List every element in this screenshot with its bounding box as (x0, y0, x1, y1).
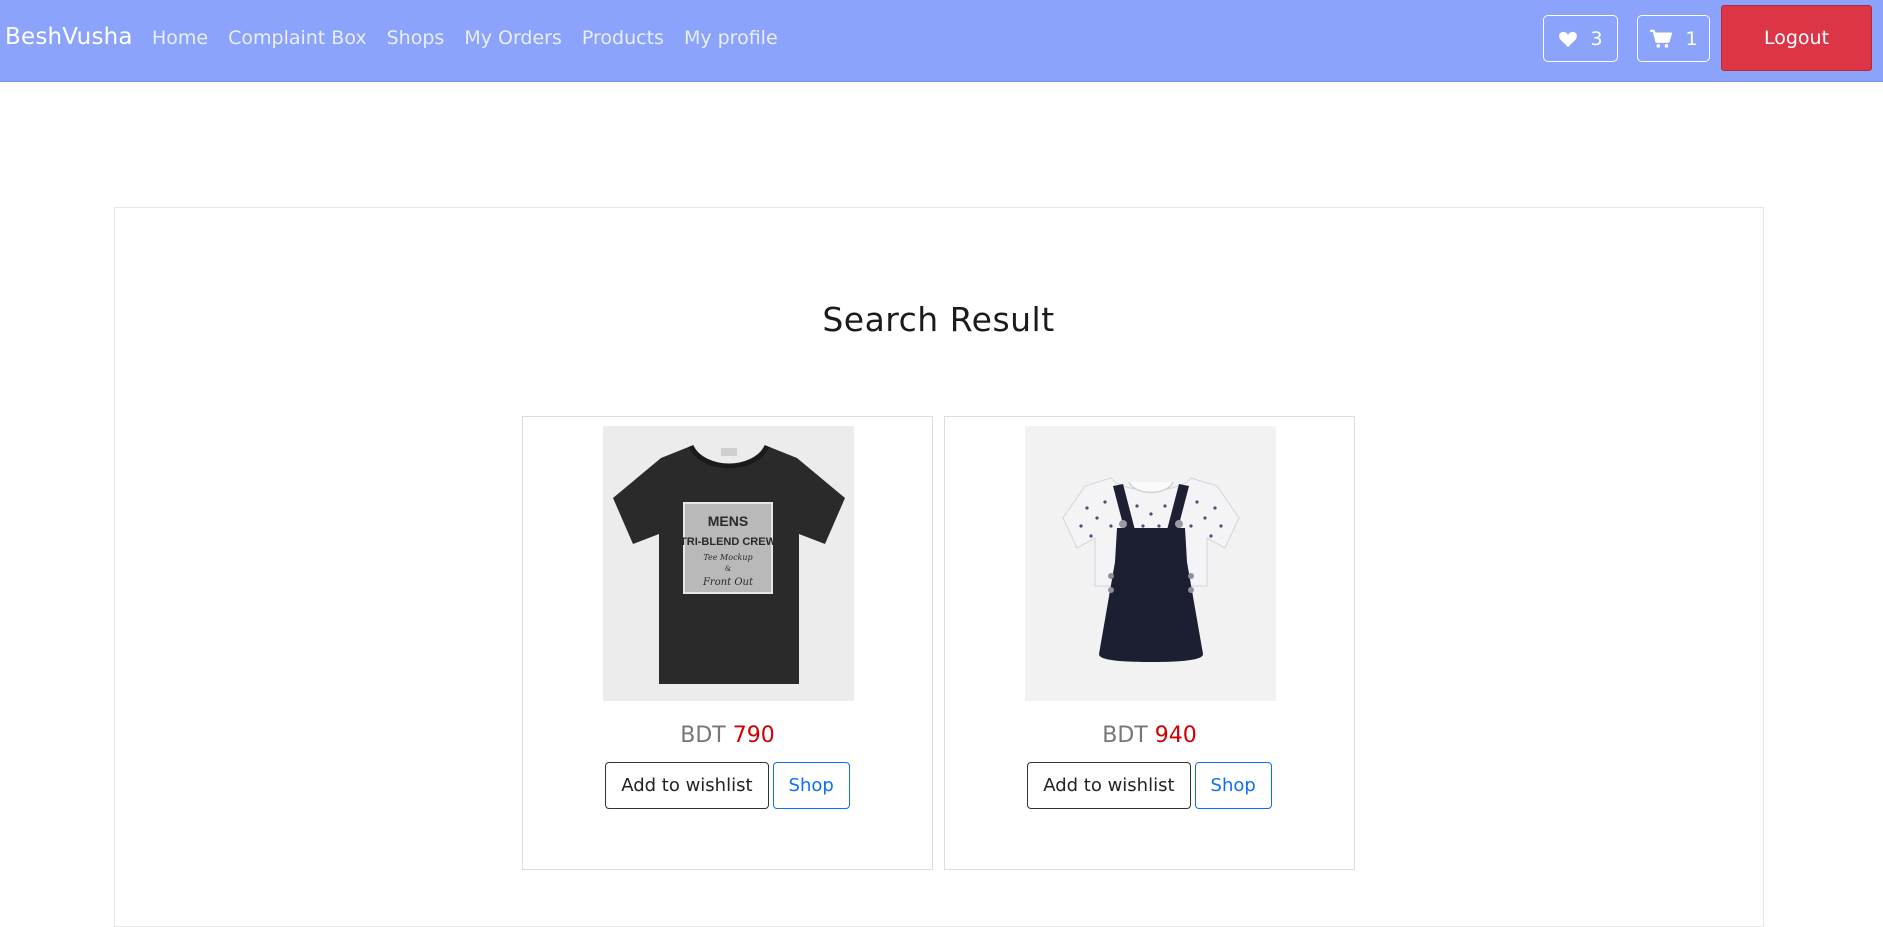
add-to-wishlist-button[interactable]: Add to wishlist (1027, 762, 1191, 809)
heart-icon (1559, 31, 1578, 47)
shopping-cart-icon (1650, 29, 1673, 48)
page-title: Search Result (822, 300, 1055, 339)
tshirt-print-line-3: Tee Mockup (703, 553, 752, 562)
nav-link-my-orders[interactable]: My Orders (464, 27, 562, 49)
price-amount: 940 (1154, 723, 1197, 748)
nav-link-products[interactable]: Products (582, 27, 664, 49)
nav-links: Home Complaint Box Shops My Orders Produ… (152, 27, 798, 49)
cart-count: 1 (1685, 27, 1698, 50)
product-price: BDT 790 (523, 723, 932, 748)
top-navbar: BeshVusha Home Complaint Box Shops My Or… (0, 0, 1883, 82)
price-currency: BDT (1102, 723, 1148, 748)
product-card: MENS TRI-BLEND CREW Tee Mockup & Front O… (522, 416, 933, 870)
product-actions: Add to wishlist Shop (945, 762, 1354, 809)
shop-button[interactable]: Shop (1194, 762, 1272, 809)
tshirt-print-line-2: TRI-BLEND CREW (680, 536, 777, 548)
wishlist-count: 3 (1590, 27, 1603, 50)
black-tshirt-image[interactable]: MENS TRI-BLEND CREW Tee Mockup & Front O… (603, 426, 854, 701)
navy-pinafore-dress-image[interactable] (1025, 426, 1276, 701)
cart-button[interactable]: 1 (1637, 15, 1710, 62)
nav-link-my-profile[interactable]: My profile (684, 27, 778, 49)
price-currency: BDT (680, 723, 726, 748)
tshirt-print-line-5: Front Out (702, 577, 754, 588)
tshirt-print-line-1: MENS (708, 513, 748, 529)
shop-button[interactable]: Shop (772, 762, 850, 809)
logout-button[interactable]: Logout (1721, 5, 1872, 71)
product-card: BDT 940 Add to wishlist Shop (944, 416, 1355, 870)
product-actions: Add to wishlist Shop (523, 762, 932, 809)
product-price: BDT 940 (945, 723, 1354, 748)
add-to-wishlist-button[interactable]: Add to wishlist (605, 762, 769, 809)
nav-link-shops[interactable]: Shops (387, 27, 445, 49)
wishlist-button[interactable]: 3 (1543, 15, 1618, 62)
brand-logo[interactable]: BeshVusha (5, 24, 133, 50)
price-amount: 790 (732, 723, 775, 748)
nav-link-home[interactable]: Home (152, 27, 208, 49)
tshirt-print-line-4: & (725, 565, 731, 573)
nav-link-complaint-box[interactable]: Complaint Box (228, 27, 367, 49)
